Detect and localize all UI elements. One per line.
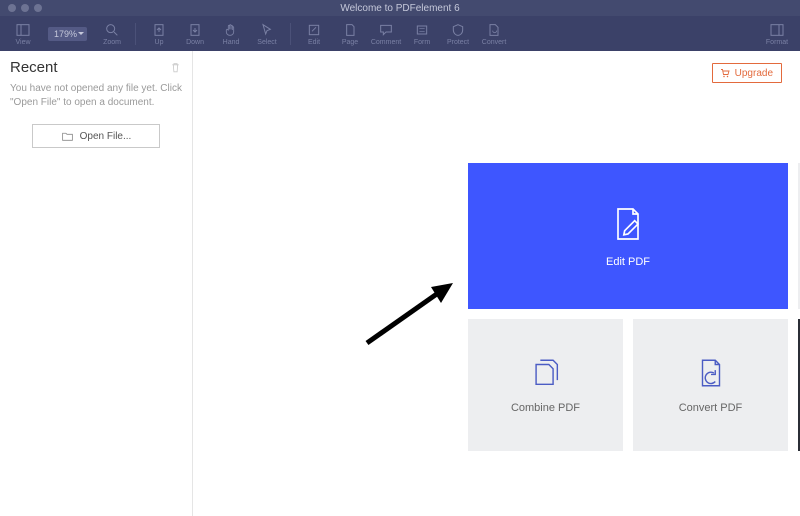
- view-tool[interactable]: View: [6, 17, 40, 51]
- tile-label: Combine PDF: [511, 402, 580, 414]
- combine-icon: [529, 356, 563, 390]
- annotation-arrow: [361, 279, 457, 349]
- form-tool[interactable]: Form: [405, 17, 439, 51]
- edit-tool[interactable]: Edit: [297, 17, 331, 51]
- combine-pdf-tile[interactable]: Combine PDF: [468, 319, 623, 451]
- hand-tool[interactable]: Hand: [214, 17, 248, 51]
- cart-icon: [719, 67, 731, 79]
- convert-pdf-tile[interactable]: Convert PDF: [633, 319, 788, 451]
- titlebar: Welcome to PDFelement 6: [0, 0, 800, 16]
- convert-tool[interactable]: Convert: [477, 17, 511, 51]
- convert-doc-icon: [694, 356, 728, 390]
- sidebar-title: Recent: [10, 59, 58, 76]
- up-tool[interactable]: Up: [142, 17, 176, 51]
- comment-icon: [378, 22, 394, 38]
- down-tool[interactable]: Down: [178, 17, 212, 51]
- panel-icon: [769, 22, 785, 38]
- zoom-tool[interactable]: Zoom: [95, 17, 129, 51]
- sidebar: Recent You have not opened any file yet.…: [0, 51, 193, 516]
- edit-icon: [306, 22, 322, 38]
- toolbar: View 179% Zoom Up Down Hand Select Edit: [0, 16, 800, 51]
- tile-label: Edit PDF: [606, 256, 650, 268]
- upgrade-button[interactable]: Upgrade: [712, 63, 782, 83]
- comment-tool[interactable]: Comment: [369, 17, 403, 51]
- trash-icon[interactable]: [169, 61, 182, 74]
- tile-grid: Edit PDF Create PDF: [468, 163, 800, 451]
- select-tool[interactable]: Select: [250, 17, 284, 51]
- tile-label: Convert PDF: [679, 402, 743, 414]
- page-down-icon: [187, 22, 203, 38]
- page-icon: [342, 22, 358, 38]
- magnifier-icon: [104, 22, 120, 38]
- empty-message: You have not opened any file yet. Click …: [10, 82, 182, 110]
- hand-icon: [223, 22, 239, 38]
- page-up-icon: [151, 22, 167, 38]
- page-tool[interactable]: Page: [333, 17, 367, 51]
- zoom-select[interactable]: 179%: [48, 27, 87, 41]
- shield-icon: [450, 22, 466, 38]
- edit-pdf-tile[interactable]: Edit PDF: [468, 163, 788, 309]
- format-tool[interactable]: Format: [760, 17, 794, 51]
- window-title: Welcome to PDFelement 6: [0, 3, 800, 14]
- cursor-icon: [259, 22, 275, 38]
- separator: [290, 23, 291, 45]
- main-area: Upgrade Edit PDF: [193, 51, 800, 516]
- form-icon: [414, 22, 430, 38]
- convert-icon: [486, 22, 502, 38]
- separator: [135, 23, 136, 45]
- folder-icon: [61, 130, 74, 143]
- edit-doc-icon: [608, 204, 648, 244]
- protect-tool[interactable]: Protect: [441, 17, 475, 51]
- sidebar-icon: [15, 22, 31, 38]
- open-file-button[interactable]: Open File...: [32, 124, 160, 148]
